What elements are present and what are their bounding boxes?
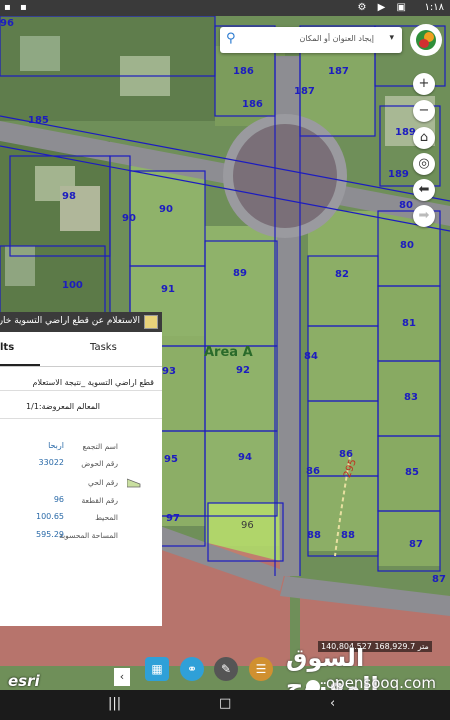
parcel-label[interactable]: 95 <box>164 454 178 465</box>
zoom-out-button[interactable]: − <box>413 100 435 122</box>
field-value: 96 <box>53 495 64 504</box>
chevron-down-icon[interactable]: ▾ <box>389 33 394 43</box>
parcel-label[interactable]: 91 <box>161 284 175 295</box>
parcel-label[interactable]: 80 <box>400 240 414 251</box>
back-button-icon[interactable]: ‹ <box>330 696 335 711</box>
parcel-label[interactable]: 83 <box>404 392 418 403</box>
parcel-label[interactable]: 88 <box>307 530 321 541</box>
edit-icon[interactable] <box>144 315 158 329</box>
back-arrow-icon[interactable]: ⬅ <box>413 179 435 201</box>
panel-tabs: lts Tasks <box>0 332 162 367</box>
search-bar[interactable]: ⚲ إيجاد العنوان أو المكان ▾ <box>220 27 402 53</box>
panel-title: الاستعلام عن قطع اراضي التسوية خارج <box>0 316 140 326</box>
field-key: رقم الحي <box>87 478 118 487</box>
parcel-label[interactable]: 81 <box>402 318 416 329</box>
draw-tool-icon[interactable]: ✎ <box>214 657 238 681</box>
notification-icons: ⚙ ▶ ▣ <box>357 2 410 13</box>
features-count: المعالم المعروضة:1/1 <box>26 402 100 411</box>
parcel-label[interactable]: 100 <box>62 280 83 291</box>
home-button-icon[interactable]: □ <box>219 696 231 711</box>
parcel-label[interactable]: 185 <box>28 115 49 126</box>
tab-indicator <box>0 364 40 366</box>
parcel-label[interactable]: 82 <box>335 269 349 280</box>
field-value: 100.65 <box>36 512 64 521</box>
parcel-label[interactable]: 93 <box>162 366 176 377</box>
field-key: المساحة المحسوبة <box>59 531 118 540</box>
parcel-label[interactable]: 90 <box>159 204 173 215</box>
parcel-label[interactable]: 186 <box>233 66 254 77</box>
app-logo <box>410 24 442 56</box>
search-icon[interactable]: ⚲ <box>226 31 242 47</box>
result-title[interactable]: قطع اراضي التسوية _نتيجة الاستعلام <box>33 378 154 387</box>
parcel-label[interactable]: 87 <box>432 574 446 585</box>
parcel-label[interactable]: 186 <box>242 99 263 110</box>
parcel-label[interactable]: 80 <box>399 200 413 211</box>
field-value: 595.29 <box>36 530 64 539</box>
esri-logo: esri <box>8 672 40 690</box>
parcel-label[interactable]: 96 <box>0 18 14 29</box>
search-input[interactable]: إيجاد العنوان أو المكان <box>299 34 374 43</box>
field-value: اربحا <box>48 441 64 450</box>
symbol-swatch <box>127 478 141 488</box>
parcel-label[interactable]: 98 <box>62 191 76 202</box>
parcel-label[interactable]: 86 <box>306 466 320 477</box>
tab-results[interactable]: lts <box>0 342 14 353</box>
parcel-label[interactable]: 87 <box>409 539 423 550</box>
chevron-left-icon[interactable]: ‹ <box>114 668 130 686</box>
parcel-label[interactable]: 85 <box>405 467 419 478</box>
recent-apps-icon[interactable]: ||| <box>108 696 121 711</box>
locate-icon[interactable]: ◎ <box>413 153 435 175</box>
parcel-label[interactable]: 187 <box>328 66 349 77</box>
parcel-label[interactable]: 92 <box>236 365 250 376</box>
parcel-label[interactable]: 88 <box>341 530 355 541</box>
tab-tasks[interactable]: Tasks <box>90 342 117 353</box>
zoom-in-button[interactable]: + <box>413 73 435 95</box>
home-icon[interactable]: ⌂ <box>413 127 435 149</box>
divider <box>0 390 162 391</box>
parcel-label[interactable]: 89 <box>233 268 247 279</box>
parcel-label[interactable]: 97 <box>166 513 180 524</box>
parcel-label-selected[interactable]: 96 <box>241 520 254 531</box>
field-key: اسم التجمع <box>82 442 118 451</box>
navigation-bar: ||| □ ‹ <box>0 690 450 720</box>
parcel-label[interactable]: 189 <box>388 169 409 180</box>
area-label: Area A <box>204 345 253 360</box>
parcel-label[interactable]: 84 <box>304 351 318 362</box>
field-key: المحيط <box>95 513 118 522</box>
status-time: ١:١٨ <box>424 2 444 13</box>
query-panel-header: الاستعلام عن قطع اراضي التسوية خارج <box>0 312 162 332</box>
basemap-tool-icon[interactable]: ▦ <box>145 657 169 681</box>
parcel-label[interactable]: 94 <box>238 452 252 463</box>
field-key: رقم القطعة <box>81 496 118 505</box>
field-value: 33022 <box>38 458 64 467</box>
status-icons: ▪ ▪ <box>4 2 30 13</box>
parcel-label[interactable]: 187 <box>294 86 315 97</box>
field-key: رقم الحوض <box>81 459 118 468</box>
forward-arrow-icon[interactable]: ➡ <box>413 205 435 227</box>
parcel-label[interactable]: 90 <box>122 213 136 224</box>
layers-tool-icon[interactable]: ⚭ <box>180 657 204 681</box>
list-tool-icon[interactable]: ☰ <box>249 657 273 681</box>
divider <box>0 418 162 419</box>
status-bar: ▪ ▪ ⚙ ▶ ▣ ١:١٨ <box>0 0 450 16</box>
query-panel: lts Tasks قطع اراضي التسوية _نتيجة الاست… <box>0 332 162 626</box>
